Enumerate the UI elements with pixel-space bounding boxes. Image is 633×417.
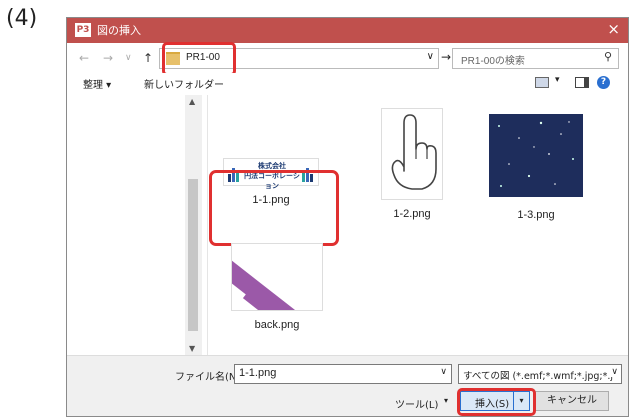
file-item[interactable]: back.png — [227, 243, 327, 331]
cancel-button[interactable]: キャンセル — [535, 391, 609, 411]
file-type-value: すべての図 (*.emf;*.wmf;*.jpg;*.j — [463, 371, 614, 382]
purple-stripe-thumbnail — [231, 243, 323, 311]
help-icon[interactable]: ? — [597, 76, 610, 89]
starry-sky-thumbnail — [489, 114, 583, 197]
file-name: 1-3.png — [517, 209, 555, 221]
organize-menu[interactable]: 整理 ▾ — [83, 76, 111, 91]
tools-dropdown-icon[interactable]: ▾ — [444, 396, 448, 405]
step-number: (4) — [6, 6, 38, 31]
file-name: back.png — [254, 319, 300, 331]
insert-picture-dialog: P3 図の挿入 × ← → ∨ ↑ PR1-00 ∨ → PR1-00の検索 ⚲… — [66, 17, 629, 417]
navigation-pane[interactable] — [67, 95, 185, 355]
file-item[interactable]: 1-2.png — [367, 108, 457, 220]
new-folder-button[interactable]: 新しいフォルダー — [144, 76, 224, 91]
scroll-up-icon[interactable]: ▲ — [189, 97, 195, 106]
file-name: 1-2.png — [393, 208, 431, 220]
pane-divider — [207, 95, 208, 355]
navigation-bar: ← → ∨ ↑ PR1-00 ∨ → PR1-00の検索 ⚲ — [67, 43, 628, 73]
file-highlight — [209, 170, 339, 246]
insert-highlight — [457, 388, 536, 416]
vertical-scrollbar[interactable]: ▲ ▼ — [185, 95, 202, 355]
back-arrow-icon[interactable]: ← — [79, 51, 89, 65]
filename-input[interactable]: 1-1.png ∨ — [234, 364, 452, 384]
file-type-select[interactable]: すべての図 (*.emf;*.wmf;*.jpg;*.j ∨ — [458, 364, 622, 384]
scroll-thumb[interactable] — [188, 179, 198, 331]
up-arrow-icon[interactable]: ↑ — [143, 51, 153, 65]
command-toolbar: 整理 ▾ 新しいフォルダー ▾ ? — [67, 73, 628, 95]
chevron-down-icon[interactable]: ∨ — [611, 367, 618, 377]
recent-locations-icon[interactable]: ∨ — [125, 53, 132, 63]
title-bar: P3 図の挿入 × — [67, 18, 628, 43]
refresh-arrow-icon[interactable]: → — [441, 50, 451, 64]
filename-value: 1-1.png — [239, 367, 277, 379]
tools-menu[interactable]: ツール(L) — [395, 396, 438, 411]
address-dropdown-icon[interactable]: ∨ — [427, 51, 434, 62]
address-highlight — [162, 42, 236, 76]
star-icon — [498, 121, 574, 187]
forward-arrow-icon[interactable]: → — [103, 51, 113, 65]
preview-pane-icon[interactable] — [575, 77, 589, 88]
view-icon[interactable] — [535, 77, 549, 88]
hand-pointer-thumbnail — [381, 108, 443, 200]
search-placeholder: PR1-00の検索 — [461, 56, 525, 67]
close-icon[interactable]: × — [607, 20, 620, 38]
search-box[interactable]: PR1-00の検索 ⚲ — [452, 48, 619, 69]
bottom-bar: ファイル名(N): 1-1.png ∨ すべての図 (*.emf;*.wmf;*… — [67, 355, 628, 416]
dialog-title: 図の挿入 — [97, 24, 141, 37]
search-icon[interactable]: ⚲ — [604, 50, 612, 63]
chevron-down-icon[interactable]: ∨ — [440, 367, 447, 377]
powerpoint-icon: P3 — [75, 23, 91, 37]
scroll-down-icon[interactable]: ▼ — [189, 344, 195, 353]
hand-pointer-icon — [391, 114, 437, 190]
file-item[interactable]: 1-3.png — [481, 114, 591, 221]
view-dropdown-icon[interactable]: ▾ — [555, 75, 560, 85]
